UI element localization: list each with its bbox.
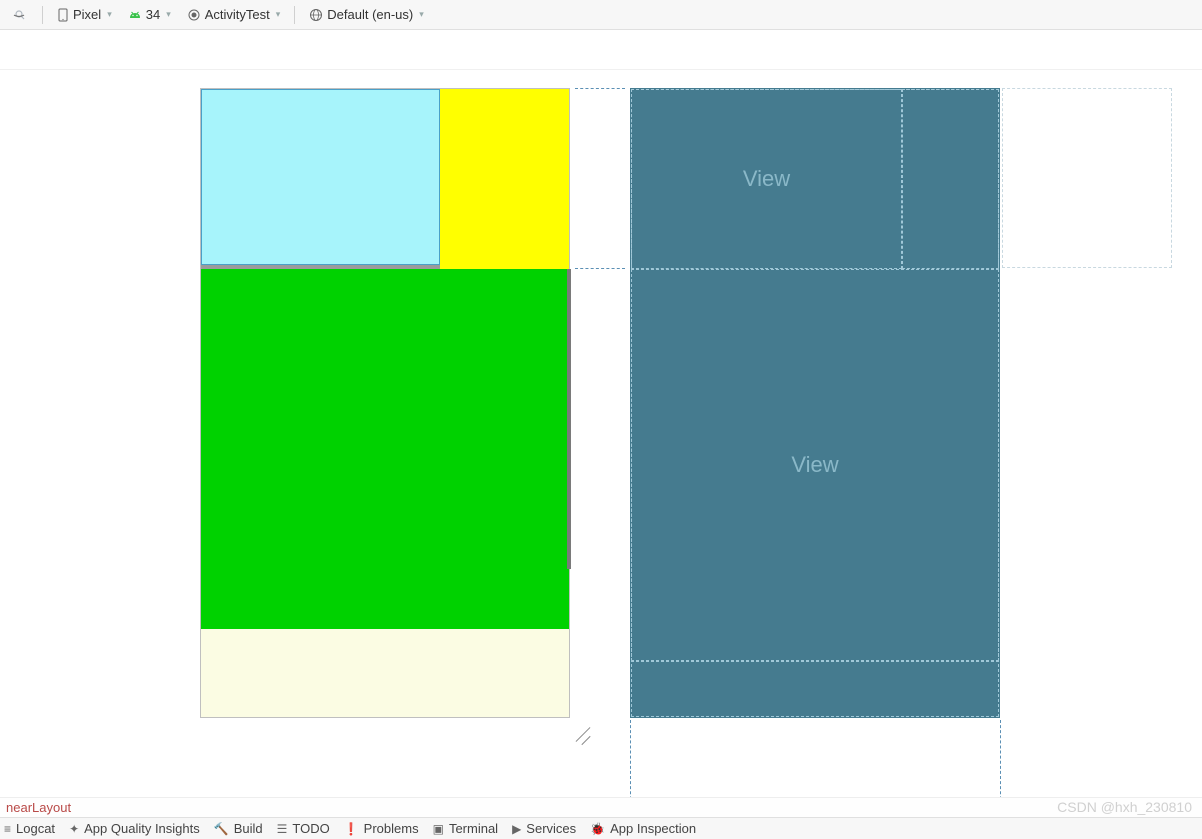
tab-problems[interactable]: ❗ Problems (344, 821, 419, 836)
chevron-down-icon: ▾ (276, 9, 281, 20)
globe-icon (309, 8, 323, 22)
device-selector[interactable]: Pixel ▾ (51, 5, 118, 24)
tab-app-inspection[interactable]: 🐞 App Inspection (590, 821, 696, 836)
chevron-down-icon: ▾ (107, 9, 112, 20)
todo-icon: ☰ (277, 822, 288, 836)
design-surface[interactable] (200, 88, 570, 718)
android-icon (128, 9, 142, 21)
tab-todo[interactable]: ☰ TODO (277, 821, 330, 836)
layout-editor-toolbar: Pixel ▾ 34 ▾ ActivityTest ▾ Default (en-… (0, 0, 1202, 30)
build-icon: 🔨 (214, 822, 229, 836)
component-breadcrumb[interactable]: nearLayout (0, 797, 1202, 817)
api-selector[interactable]: 34 ▾ (122, 5, 177, 24)
tab-label: Logcat (16, 821, 55, 836)
zoom-icon (12, 7, 28, 23)
tab-logcat[interactable]: ≡ Logcat (4, 821, 55, 836)
activity-selector[interactable]: ActivityTest ▾ (181, 5, 287, 24)
design-guide-mid (575, 268, 625, 269)
activity-label: ActivityTest (205, 7, 270, 22)
tab-label: App Inspection (610, 821, 696, 836)
api-label: 34 (146, 7, 160, 22)
inspection-icon: 🐞 (590, 822, 605, 836)
chevron-down-icon: ▾ (419, 9, 424, 20)
theme-icon (187, 8, 201, 22)
toolbar-separator (294, 6, 295, 24)
tab-terminal[interactable]: ▣ Terminal (433, 821, 498, 836)
design-surface-zoom[interactable] (6, 5, 34, 25)
blueprint-view-mid[interactable]: View (631, 269, 999, 661)
phone-icon (57, 8, 69, 22)
blueprint-view-bottom[interactable] (631, 661, 999, 717)
locale-label: Default (en-us) (327, 7, 413, 22)
insights-icon: ✦ (69, 822, 79, 836)
tab-services[interactable]: ▶ Services (512, 821, 576, 836)
tab-label: Problems (364, 821, 419, 836)
design-view-green[interactable] (201, 269, 569, 629)
locale-selector[interactable]: Default (en-us) ▾ (303, 5, 430, 24)
services-icon: ▶ (512, 822, 521, 836)
problems-icon: ❗ (344, 822, 359, 836)
toolbar-separator (42, 6, 43, 24)
chevron-down-icon: ▾ (166, 9, 171, 20)
blueprint-view-top[interactable]: View (631, 89, 902, 269)
tab-label: App Quality Insights (84, 821, 200, 836)
tab-label: Build (234, 821, 263, 836)
tab-label: TODO (292, 821, 329, 836)
terminal-icon: ▣ (433, 822, 444, 836)
resize-handle[interactable] (570, 720, 596, 746)
design-scroll-indicator (567, 269, 571, 569)
tab-label: Services (526, 821, 576, 836)
tab-app-quality-insights[interactable]: ✦ App Quality Insights (69, 821, 200, 836)
tab-label: Terminal (449, 821, 498, 836)
design-guide-top (575, 88, 625, 89)
editor-sub-toolbar (0, 30, 1202, 70)
blueprint-label: View (743, 166, 790, 192)
design-canvas[interactable]: View View (0, 70, 1202, 794)
bottom-tool-tabs: ≡ Logcat ✦ App Quality Insights 🔨 Build … (0, 817, 1202, 839)
blueprint-label: View (791, 452, 838, 478)
design-top-row (201, 89, 569, 269)
breadcrumb-tail: nearLayout (6, 800, 71, 815)
device-label: Pixel (73, 7, 101, 22)
design-view-yellow[interactable] (440, 89, 569, 272)
blueprint-surface[interactable]: View View (630, 88, 1000, 718)
logcat-icon: ≡ (4, 822, 11, 836)
blueprint-guide-right (1002, 88, 1172, 268)
design-view-cyan[interactable] (201, 89, 440, 265)
tab-build[interactable]: 🔨 Build (214, 821, 263, 836)
blueprint-view-top-right[interactable] (902, 89, 999, 269)
